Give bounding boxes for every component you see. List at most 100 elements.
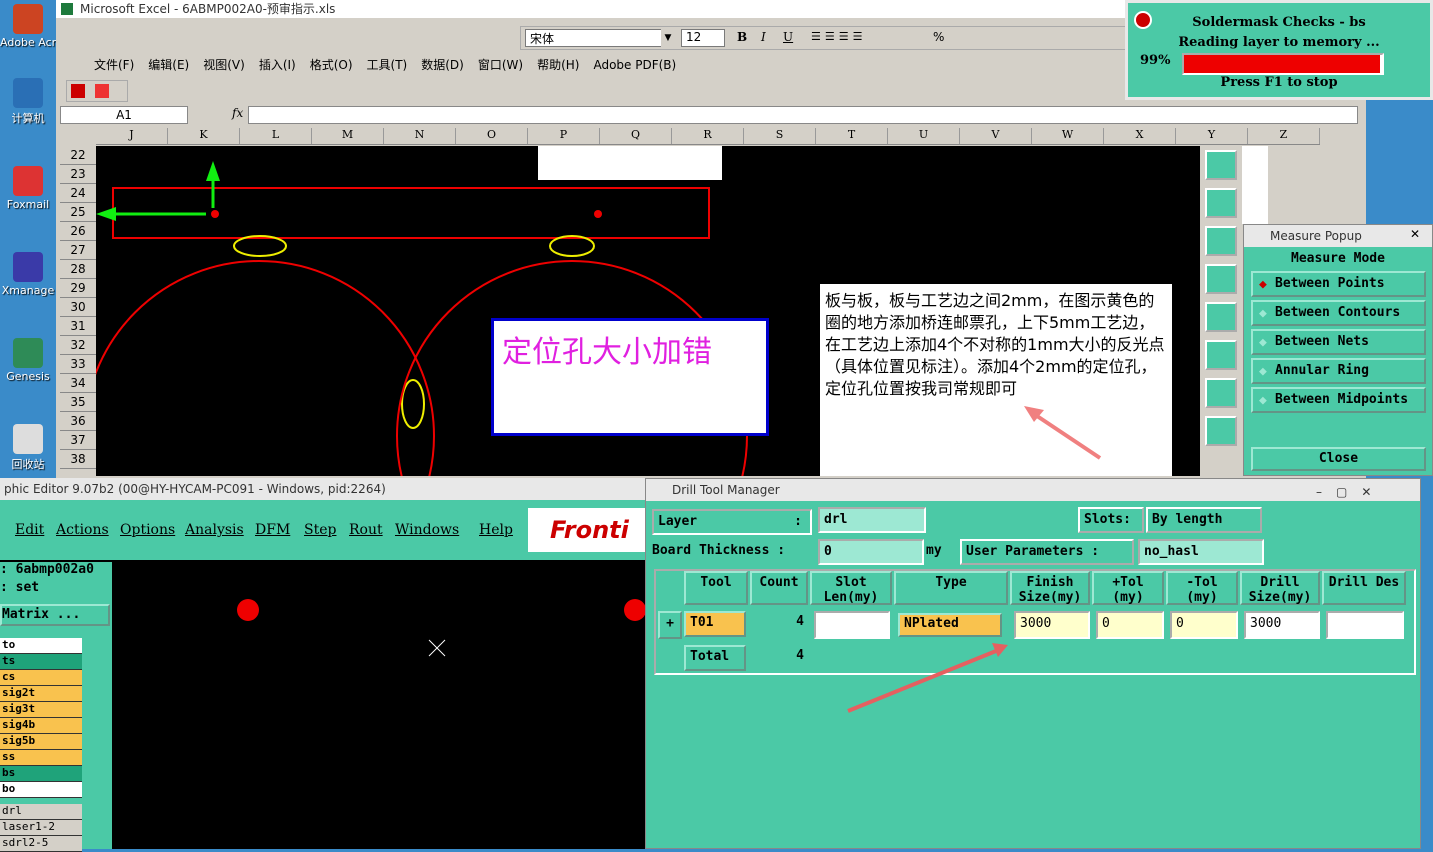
slot-len-input[interactable]	[814, 611, 890, 639]
layer-input[interactable]: drl	[818, 507, 926, 533]
plus-tol-input[interactable]: 0	[1096, 611, 1164, 639]
layer-row[interactable]: cs	[0, 670, 82, 686]
slots-select[interactable]: By length	[1146, 507, 1262, 533]
underline-button[interactable]: U	[783, 30, 793, 44]
pcb-canvas[interactable]: 定位孔大小加错 板与板，板与工艺边之间2mm，在图示黄色的圈的地方添加桥连邮票孔…	[96, 146, 1200, 476]
foxmail-icon[interactable]: Foxmail	[0, 166, 56, 211]
excel-menu-item[interactable]: 插入(I)	[259, 58, 296, 72]
matrix-button[interactable]: Matrix ...	[0, 604, 110, 626]
user-params-button[interactable]: User Parameters :	[960, 539, 1134, 565]
excel-menu-item[interactable]: 编辑(E)	[148, 58, 189, 72]
genesis-menu-item[interactable]: Help	[479, 522, 513, 538]
genesis-menu-item[interactable]: Analysis	[185, 522, 244, 538]
layer-row[interactable]: ts	[0, 654, 82, 670]
font-select[interactable]: 宋体	[525, 29, 675, 47]
genesis-menu-item[interactable]: DFM	[255, 522, 290, 538]
column-header[interactable]: Q	[600, 128, 672, 144]
row-header[interactable]: 23	[60, 165, 96, 184]
layer-row[interactable]: sig2t	[0, 686, 82, 702]
measure-option[interactable]: ◆ Between Contours	[1251, 300, 1426, 326]
measure-close-button[interactable]: Close	[1251, 447, 1426, 471]
drill-layer-row[interactable]: sdrl2-5	[0, 836, 82, 852]
layer-row[interactable]: sig4b	[0, 718, 82, 734]
close-icon[interactable]: ✕	[1410, 227, 1420, 241]
percent-icon[interactable]: %	[933, 30, 944, 44]
row-header[interactable]: 24	[60, 184, 96, 203]
layer-row[interactable]: sig5b	[0, 734, 82, 750]
genesis-menu-item[interactable]: Actions	[56, 522, 109, 538]
column-header[interactable]: J	[96, 128, 168, 144]
row-header[interactable]: 22	[60, 146, 96, 165]
excel-menu-item[interactable]: 视图(V)	[203, 58, 245, 72]
pan-icon[interactable]	[1205, 188, 1237, 218]
row-header[interactable]: 34	[60, 374, 96, 393]
row-header[interactable]: 25	[60, 203, 96, 222]
font-size-select[interactable]: 12	[681, 29, 725, 47]
connect-icon[interactable]	[1205, 302, 1237, 332]
genesis-menu-item[interactable]: Rout	[349, 522, 383, 538]
row-header[interactable]: 36	[60, 412, 96, 431]
column-header[interactable]: P	[528, 128, 600, 144]
user-params-input[interactable]: no_hasl	[1138, 539, 1264, 565]
excel-menu-item[interactable]: 数据(D)	[421, 58, 464, 72]
layer-row[interactable]: ss	[0, 750, 82, 766]
window-controls-icon[interactable]: –▢✕	[1316, 481, 1385, 503]
measure-option[interactable]: ◆ Annular Ring	[1251, 358, 1426, 384]
xmanager-icon[interactable]: Xmanage	[0, 252, 56, 297]
drill-des-input[interactable]	[1326, 611, 1404, 639]
column-header[interactable]: T	[816, 128, 888, 144]
genesis-menu-item[interactable]: Step	[304, 522, 336, 538]
measure-option[interactable]: ◆ Between Nets	[1251, 329, 1426, 355]
column-header[interactable]: W	[1032, 128, 1104, 144]
column-header[interactable]: L	[240, 128, 312, 144]
chevron-down-icon[interactable]: ▼	[661, 29, 675, 47]
select-icon[interactable]	[1205, 378, 1237, 408]
expand-icon[interactable]: +	[658, 611, 682, 639]
row-header[interactable]: 31	[60, 317, 96, 336]
row-header[interactable]: 27	[60, 241, 96, 260]
thickness-input[interactable]: 0	[818, 539, 924, 565]
layer-row[interactable]: sig3t	[0, 702, 82, 718]
column-header[interactable]: R	[672, 128, 744, 144]
genesis-menu-item[interactable]: Windows	[395, 522, 459, 538]
row-header[interactable]: 35	[60, 393, 96, 412]
excel-menu-item[interactable]: 格式(O)	[310, 58, 353, 72]
measure-option[interactable]: ◆ Between Points	[1251, 271, 1426, 297]
pdf-convert-icon[interactable]	[71, 84, 85, 98]
align-icons[interactable]: ☰☰☰☰	[811, 30, 866, 43]
drill-layer-row[interactable]: drl	[0, 804, 82, 820]
genesis-icon[interactable]: Genesis	[0, 338, 56, 383]
angle-icon[interactable]	[1205, 340, 1237, 370]
row-header[interactable]: 37	[60, 431, 96, 450]
name-box[interactable]: A1	[60, 106, 188, 124]
pdf-email-icon[interactable]	[95, 84, 109, 98]
row-header[interactable]: 32	[60, 336, 96, 355]
italic-button[interactable]: I	[761, 30, 766, 44]
layer-row[interactable]: bs	[0, 766, 82, 782]
genesis-menu-item[interactable]: Edit	[15, 522, 44, 538]
column-header[interactable]: O	[456, 128, 528, 144]
column-header[interactable]: N	[384, 128, 456, 144]
bold-button[interactable]: B	[737, 30, 747, 44]
column-header[interactable]: M	[312, 128, 384, 144]
excel-menu-item[interactable]: 帮助(H)	[537, 58, 579, 72]
row-header[interactable]: 26	[60, 222, 96, 241]
triangle-icon[interactable]	[1205, 416, 1237, 446]
excel-menu-item[interactable]: 文件(F)	[94, 58, 134, 72]
drill-size-input[interactable]: 3000	[1244, 611, 1320, 639]
column-header[interactable]: Z	[1248, 128, 1320, 144]
genesis-menu-item[interactable]: Options	[120, 522, 175, 538]
zoom-icon[interactable]	[1205, 150, 1237, 180]
row-header[interactable]: 33	[60, 355, 96, 374]
column-header[interactable]: K	[168, 128, 240, 144]
excel-menu-item[interactable]: 窗口(W)	[478, 58, 523, 72]
recycle-bin-icon[interactable]: 回收站	[0, 424, 56, 472]
measure-icon[interactable]	[1205, 226, 1237, 256]
row-header[interactable]: 38	[60, 450, 96, 469]
column-header[interactable]: U	[888, 128, 960, 144]
column-header[interactable]: X	[1104, 128, 1176, 144]
tool-cell[interactable]: T01	[684, 611, 746, 637]
layer-row[interactable]: bo	[0, 782, 82, 798]
snap-icon[interactable]	[1205, 264, 1237, 294]
type-select[interactable]: NPlated	[898, 613, 1002, 637]
